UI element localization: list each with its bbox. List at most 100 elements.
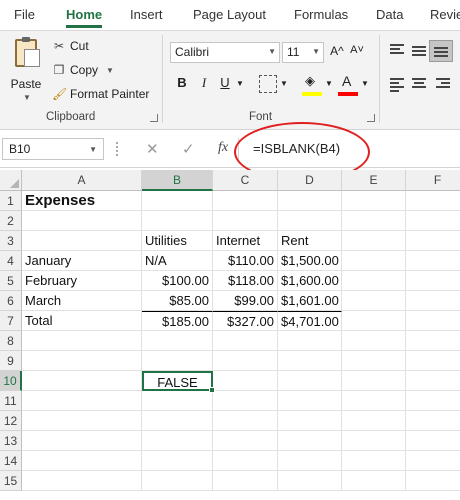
tab-formulas[interactable]: Formulas bbox=[294, 7, 348, 22]
cell-c4[interactable]: $110.00 bbox=[213, 251, 278, 271]
cell-d2[interactable] bbox=[278, 211, 342, 231]
cell-d5[interactable]: $1,600.00 bbox=[278, 271, 342, 291]
cell-c1[interactable] bbox=[213, 191, 278, 211]
cell-c14[interactable] bbox=[213, 451, 278, 471]
cell-a8[interactable] bbox=[22, 331, 142, 351]
row-header-9[interactable]: 9 bbox=[0, 351, 22, 371]
column-header-d[interactable]: D bbox=[278, 170, 342, 191]
row-header-11[interactable]: 11 bbox=[0, 391, 22, 411]
cell-a11[interactable] bbox=[22, 391, 142, 411]
select-all-button[interactable] bbox=[0, 170, 22, 191]
cell-e14[interactable] bbox=[342, 451, 406, 471]
cell-e10[interactable] bbox=[342, 371, 406, 391]
cell-d7[interactable]: $4,701.00 bbox=[278, 311, 342, 331]
cell-b14[interactable] bbox=[142, 451, 213, 471]
cell-f7[interactable] bbox=[406, 311, 460, 331]
cell-c12[interactable] bbox=[213, 411, 278, 431]
row-header-10[interactable]: 10 bbox=[0, 371, 22, 391]
tab-insert[interactable]: Insert bbox=[130, 7, 163, 22]
cell-b8[interactable] bbox=[142, 331, 213, 351]
cell-f9[interactable] bbox=[406, 351, 460, 371]
row-header-1[interactable]: 1 bbox=[0, 191, 22, 211]
cell-a1[interactable]: Expenses bbox=[22, 191, 142, 211]
enter-check-icon[interactable]: ✓ bbox=[182, 140, 195, 158]
cell-f3[interactable] bbox=[406, 231, 460, 251]
cancel-icon[interactable]: ✕ bbox=[146, 140, 159, 158]
cell-b4[interactable]: N/A bbox=[142, 251, 213, 271]
row-header-8[interactable]: 8 bbox=[0, 331, 22, 351]
row-header-3[interactable]: 3 bbox=[0, 231, 22, 251]
cell-e3[interactable] bbox=[342, 231, 406, 251]
cell-e13[interactable] bbox=[342, 431, 406, 451]
cell-b5[interactable]: $100.00 bbox=[142, 271, 213, 291]
column-header-b[interactable]: B bbox=[142, 170, 213, 191]
cell-c2[interactable] bbox=[213, 211, 278, 231]
cell-d11[interactable] bbox=[278, 391, 342, 411]
row-header-2[interactable]: 2 bbox=[0, 211, 22, 231]
column-header-a[interactable]: A bbox=[22, 170, 142, 191]
cell-a14[interactable] bbox=[22, 451, 142, 471]
align-center-icon[interactable] bbox=[412, 78, 426, 90]
column-header-e[interactable]: E bbox=[342, 170, 406, 191]
cell-b15[interactable] bbox=[142, 471, 213, 491]
middle-align-icon[interactable] bbox=[412, 46, 426, 58]
cell-e6[interactable] bbox=[342, 291, 406, 311]
dialog-launcher-icon[interactable] bbox=[150, 114, 158, 122]
tab-page-layout[interactable]: Page Layout bbox=[193, 7, 266, 22]
row-header-4[interactable]: 4 bbox=[0, 251, 22, 271]
cell-f11[interactable] bbox=[406, 391, 460, 411]
fill-handle[interactable] bbox=[209, 387, 215, 393]
top-align-icon[interactable] bbox=[390, 44, 404, 56]
cell-e12[interactable] bbox=[342, 411, 406, 431]
formula-bar-grip[interactable] bbox=[116, 142, 118, 156]
cell-a15[interactable] bbox=[22, 471, 142, 491]
cell-f14[interactable] bbox=[406, 451, 460, 471]
cell-c9[interactable] bbox=[213, 351, 278, 371]
paste-button[interactable]: Paste ▼ bbox=[6, 37, 46, 107]
cell-c5[interactable]: $118.00 bbox=[213, 271, 278, 291]
cell-c10[interactable] bbox=[213, 371, 278, 391]
cut-button[interactable]: ✂ Cut bbox=[52, 37, 89, 55]
cell-d6[interactable]: $1,601.00 bbox=[278, 291, 342, 311]
tab-file[interactable]: File bbox=[14, 7, 35, 22]
cell-d12[interactable] bbox=[278, 411, 342, 431]
column-header-f[interactable]: F bbox=[406, 170, 460, 191]
cell-a7[interactable]: Total bbox=[22, 311, 142, 331]
cell-a4[interactable]: January bbox=[22, 251, 142, 271]
cell-c8[interactable] bbox=[213, 331, 278, 351]
cell-b9[interactable] bbox=[142, 351, 213, 371]
cell-d10[interactable] bbox=[278, 371, 342, 391]
row-header-6[interactable]: 6 bbox=[0, 291, 22, 311]
align-left-icon[interactable] bbox=[390, 78, 404, 92]
increase-font-size-button[interactable]: A^ bbox=[329, 44, 345, 64]
bold-button[interactable]: B bbox=[175, 75, 189, 95]
cell-f6[interactable] bbox=[406, 291, 460, 311]
cell-c11[interactable] bbox=[213, 391, 278, 411]
cell-e8[interactable] bbox=[342, 331, 406, 351]
cell-e4[interactable] bbox=[342, 251, 406, 271]
chevron-down-icon[interactable]: ▼ bbox=[235, 79, 245, 99]
chevron-down-icon[interactable]: ▼ bbox=[279, 79, 289, 99]
cell-f15[interactable] bbox=[406, 471, 460, 491]
cell-d13[interactable] bbox=[278, 431, 342, 451]
row-header-7[interactable]: 7 bbox=[0, 311, 22, 331]
cell-b7[interactable]: $185.00 bbox=[142, 311, 213, 331]
cell-a5[interactable]: February bbox=[22, 271, 142, 291]
cell-e1[interactable] bbox=[342, 191, 406, 211]
chevron-down-icon[interactable]: ▼ bbox=[360, 79, 370, 99]
cell-d4[interactable]: $1,500.00 bbox=[278, 251, 342, 271]
cell-e2[interactable] bbox=[342, 211, 406, 231]
name-box[interactable]: B10 ▼ bbox=[2, 138, 104, 160]
cell-c13[interactable] bbox=[213, 431, 278, 451]
cell-a12[interactable] bbox=[22, 411, 142, 431]
cell-b11[interactable] bbox=[142, 391, 213, 411]
cell-d1[interactable] bbox=[278, 191, 342, 211]
row-header-12[interactable]: 12 bbox=[0, 411, 22, 431]
row-header-14[interactable]: 14 bbox=[0, 451, 22, 471]
insert-function-button[interactable]: fx bbox=[218, 140, 228, 156]
bottom-align-button[interactable] bbox=[429, 40, 453, 62]
cell-f2[interactable] bbox=[406, 211, 460, 231]
decrease-font-size-button[interactable]: A˅ bbox=[349, 44, 365, 64]
column-header-c[interactable]: C bbox=[213, 170, 278, 191]
row-header-13[interactable]: 13 bbox=[0, 431, 22, 451]
